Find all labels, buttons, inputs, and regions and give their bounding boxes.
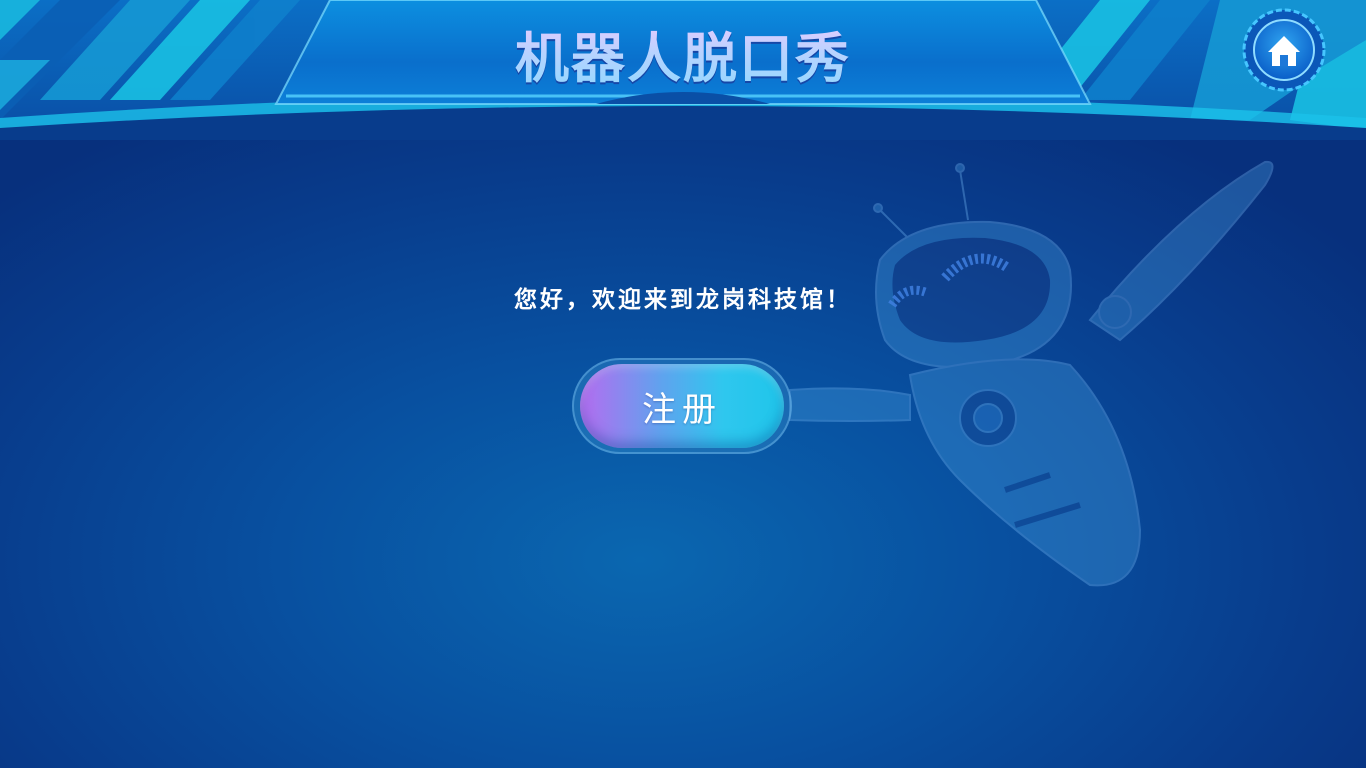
- welcome-message: 您好，欢迎来到龙岗科技馆！: [514, 287, 852, 313]
- robot-illustration: [789, 160, 1274, 587]
- home-button[interactable]: [1242, 8, 1326, 92]
- register-button[interactable]: 注册: [580, 364, 784, 448]
- page-title: 机器人脱口秀: [433, 14, 933, 93]
- home-icon: [1242, 8, 1326, 92]
